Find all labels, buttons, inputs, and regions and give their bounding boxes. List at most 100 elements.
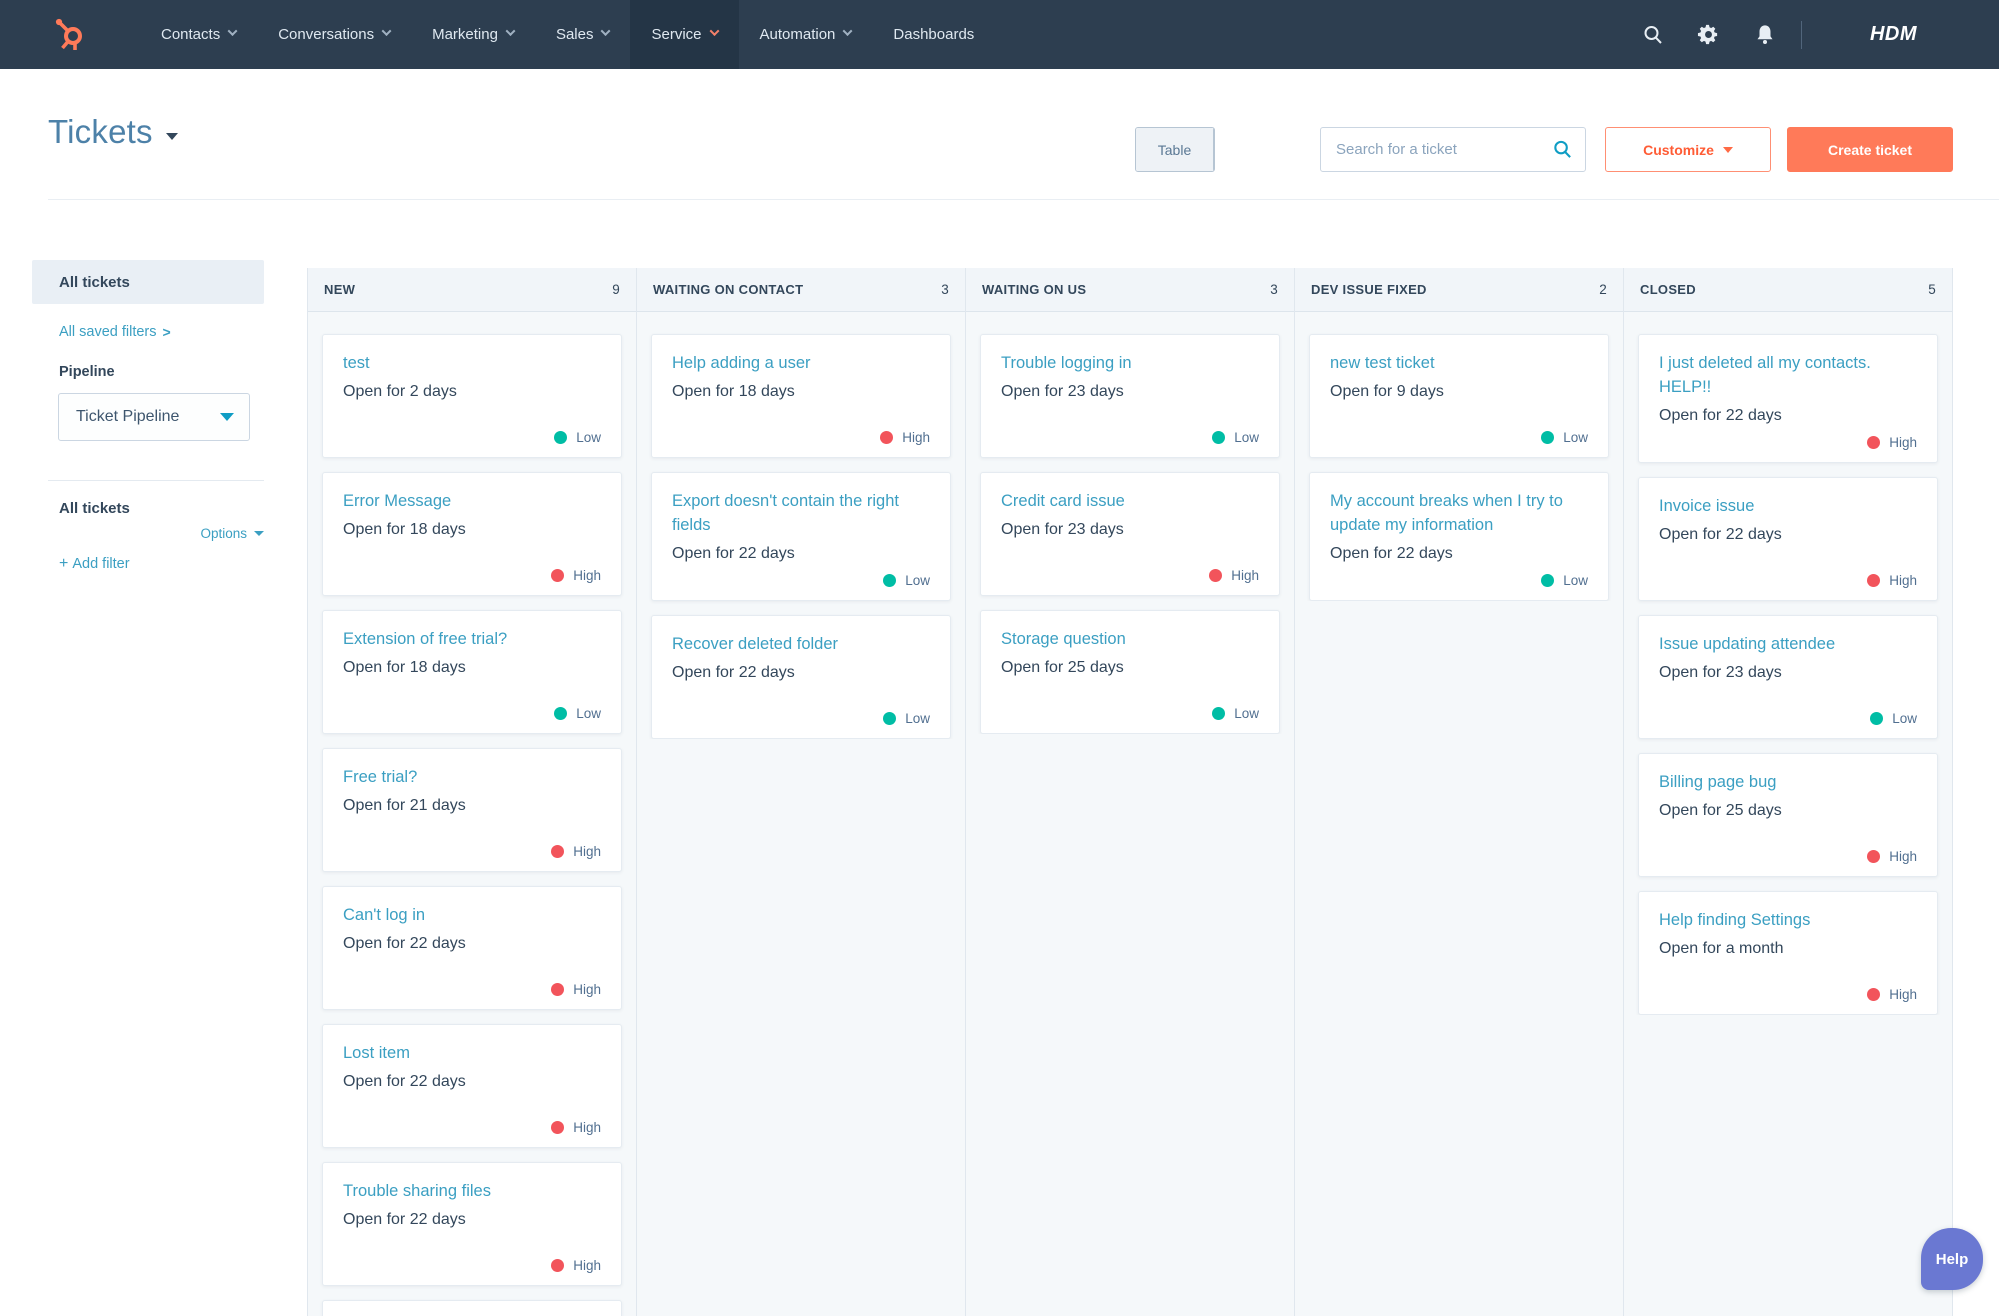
title-dropdown-caret-icon[interactable]: [165, 132, 178, 140]
board-column-waiting-on-contact: WAITING ON CONTACT 3 Help adding a user Ope…: [637, 268, 966, 1316]
ticket-card[interactable]: Export doesn't contain the right fields O…: [651, 472, 951, 602]
add-filter-label: Add filter: [72, 556, 130, 572]
ticket-card[interactable]: Trouble sharing files Open for 22 days Hig…: [322, 1162, 622, 1286]
ticket-title-link[interactable]: Extension of free trial?: [343, 628, 601, 652]
nav-item-marketing[interactable]: Marketing: [411, 0, 535, 69]
ticket-title-link[interactable]: I just deleted all my contacts. HELP!!: [1659, 352, 1917, 400]
nav-item-service[interactable]: Service: [630, 0, 739, 69]
ticket-title-link[interactable]: new test ticket: [1330, 352, 1588, 376]
ticket-title-link[interactable]: My account breaks when I try to update m…: [1330, 490, 1588, 538]
ticket-card[interactable]: My account breaks when I try to update m…: [1309, 472, 1609, 602]
priority-badge: Low: [1659, 703, 1917, 726]
nav-item-sales[interactable]: Sales: [535, 0, 631, 69]
priority-badge: Low: [672, 703, 930, 726]
ticket-card[interactable]: Lost item Open for 22 days High: [322, 1024, 622, 1148]
nav-item-conversations[interactable]: Conversations: [257, 0, 411, 69]
nav-item-contacts[interactable]: Contacts: [140, 0, 257, 69]
help-button[interactable]: Help: [1921, 1228, 1983, 1290]
ticket-title-link[interactable]: Issue updating attendee: [1659, 633, 1917, 657]
ticket-card[interactable]: Credit card issue Open for 23 days High: [980, 472, 1280, 596]
ticket-card[interactable]: Invoice issue Open for 22 days High: [1638, 477, 1938, 602]
priority-label: Low: [1892, 711, 1917, 727]
priority-badge: High: [1659, 979, 1917, 1002]
ticket-title-link[interactable]: Recover deleted folder: [672, 633, 930, 657]
ticket-title-link[interactable]: Invoice issue: [1659, 495, 1917, 519]
gear-icon[interactable]: [1681, 0, 1737, 69]
ticket-title-link[interactable]: test: [343, 352, 601, 376]
ticket-age: Open for 25 days: [1659, 802, 1782, 820]
chevron-down-icon: [601, 26, 611, 37]
ticket-title-link[interactable]: Credit card issue: [1001, 490, 1259, 514]
column-cards: new test ticket Open for 9 days Low My acco…: [1295, 312, 1623, 602]
ticket-card[interactable]: test Open for 2 days Low: [322, 334, 622, 458]
sidebar-item-all-tickets[interactable]: All tickets: [32, 260, 264, 304]
priority-dot-icon: [1541, 431, 1555, 444]
nav-item-dashboards[interactable]: Dashboards: [872, 0, 995, 69]
priority-badge: High: [343, 1250, 601, 1273]
ticket-title-link[interactable]: Help finding Settings: [1659, 909, 1917, 933]
filters-sidebar: All tickets All saved filters > Pipeline…: [0, 200, 307, 1316]
ticket-title-link[interactable]: Storage question: [1001, 628, 1259, 652]
ticket-title-link[interactable]: Billing page bug: [1659, 771, 1917, 795]
ticket-card[interactable]: Recover deleted folder Open for 22 days Lo…: [651, 615, 951, 740]
content-area: All tickets All saved filters > Pipeline…: [0, 200, 1999, 1316]
ticket-card-partial[interactable]: [322, 1300, 622, 1316]
ticket-card[interactable]: Free trial? Open for 21 days High: [322, 748, 622, 872]
column-header: WAITING ON CONTACT 3: [637, 268, 965, 312]
ticket-card[interactable]: Billing page bug Open for 25 days High: [1638, 753, 1938, 878]
priority-label: High: [573, 982, 601, 997]
account-menu[interactable]: HDM: [1810, 23, 1999, 46]
ticket-title-link[interactable]: Trouble sharing files: [343, 1180, 601, 1204]
nav-item-label: Marketing: [432, 26, 498, 43]
filters-section-title: All tickets: [59, 500, 130, 517]
sprocket-icon: [55, 18, 82, 50]
ticket-card[interactable]: I just deleted all my contacts. HELP!! Op…: [1638, 334, 1938, 464]
bell-icon[interactable]: [1737, 0, 1793, 69]
ticket-title-link[interactable]: Error Message: [343, 490, 601, 514]
ticket-card[interactable]: Help adding a user Open for 18 days High: [651, 334, 951, 458]
ticket-title-link[interactable]: Can't log in: [343, 904, 601, 928]
priority-badge: Low: [672, 565, 930, 588]
ticket-title-link[interactable]: Free trial?: [343, 766, 601, 790]
ticket-search-input[interactable]: [1320, 127, 1586, 172]
nav-item-label: Sales: [555, 26, 594, 43]
ticket-title-link[interactable]: Help adding a user: [672, 352, 930, 376]
create-ticket-button[interactable]: Create ticket: [1787, 127, 1953, 172]
priority-dot-icon: [1212, 707, 1226, 720]
priority-badge: High: [343, 560, 601, 583]
priority-label: Low: [905, 711, 930, 727]
priority-dot-icon: [551, 1259, 565, 1272]
ticket-age: Open for 22 days: [1330, 544, 1453, 562]
ticket-card[interactable]: new test ticket Open for 9 days Low: [1309, 334, 1609, 458]
table-view-button[interactable]: Table: [1136, 128, 1214, 171]
ticket-card[interactable]: Storage question Open for 25 days Low: [980, 610, 1280, 734]
chevron-down-icon: [227, 26, 238, 37]
search-icon[interactable]: [1552, 139, 1573, 165]
ticket-title-link[interactable]: Trouble logging in: [1001, 352, 1259, 376]
hubspot-logo[interactable]: [0, 0, 140, 69]
customize-button[interactable]: Customize: [1605, 127, 1771, 172]
ticket-card[interactable]: Extension of free trial? Open for 18 days…: [322, 610, 622, 734]
ticket-card[interactable]: Issue updating attendee Open for 23 days L…: [1638, 615, 1938, 740]
add-filter-button[interactable]: + Add filter: [59, 555, 130, 573]
column-count: 9: [612, 282, 620, 297]
ticket-title-link[interactable]: Lost item: [343, 1042, 601, 1066]
search-icon[interactable]: [1625, 0, 1681, 69]
priority-label: High: [1889, 849, 1917, 865]
ticket-card[interactable]: Help finding Settings Open for a month Hig…: [1638, 891, 1938, 1016]
ticket-card[interactable]: Trouble logging in Open for 23 days Low: [980, 334, 1280, 458]
options-button[interactable]: Options: [150, 526, 264, 541]
priority-badge: High: [343, 1112, 601, 1135]
pipeline-dropdown[interactable]: Ticket Pipeline: [58, 393, 250, 441]
priority-dot-icon: [551, 569, 565, 582]
ticket-card[interactable]: Can't log in Open for 22 days High: [322, 886, 622, 1010]
nav-item-automation[interactable]: Automation: [739, 0, 873, 69]
priority-dot-icon: [1867, 574, 1881, 588]
all-saved-filters-link[interactable]: All saved filters >: [59, 324, 171, 340]
ticket-age: Open for 22 days: [343, 1210, 466, 1228]
ticket-card[interactable]: Error Message Open for 18 days High: [322, 472, 622, 596]
priority-label: High: [902, 430, 930, 445]
board-column-waiting-on-us: WAITING ON US 3 Trouble logging in Open for…: [966, 268, 1295, 1316]
priority-dot-icon: [1867, 436, 1881, 450]
ticket-title-link[interactable]: Export doesn't contain the right fields: [672, 490, 930, 538]
